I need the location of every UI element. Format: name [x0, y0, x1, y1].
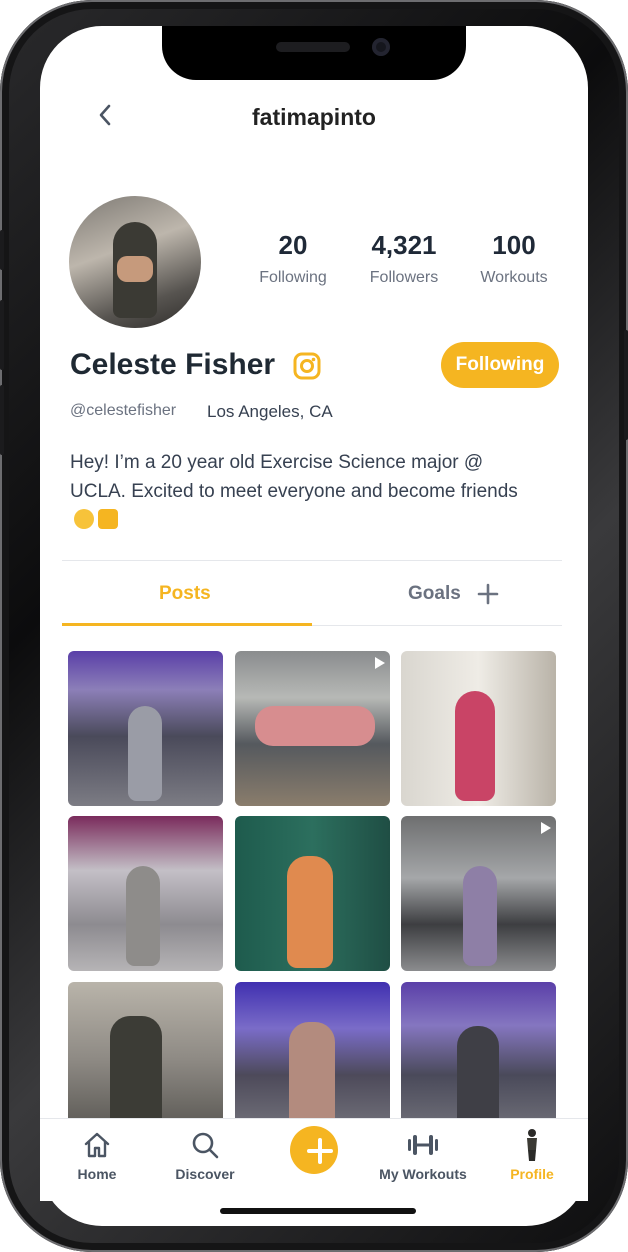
nav-label: My Workouts	[379, 1166, 467, 1182]
nav-label: Discover	[175, 1166, 235, 1182]
post-thumbnail[interactable]	[68, 982, 223, 1137]
mute-switch	[0, 230, 4, 270]
post-thumbnail[interactable]	[235, 651, 390, 806]
post-thumbnail[interactable]	[68, 651, 223, 806]
nav-label: Profile	[510, 1166, 554, 1182]
post-thumbnail[interactable]	[235, 816, 390, 971]
stat-followers[interactable]: 4,321 Followers	[349, 230, 459, 287]
search-icon	[160, 1128, 250, 1162]
stat-following[interactable]: 20 Following	[238, 230, 348, 287]
following-button[interactable]: Following	[441, 342, 559, 388]
stat-workouts[interactable]: 100 Workouts	[459, 230, 569, 287]
post-thumbnail[interactable]	[401, 651, 556, 806]
page-title: fatimapinto	[252, 104, 376, 130]
volume-up-button	[0, 300, 4, 370]
volume-down-button	[0, 385, 4, 455]
stat-value: 20	[278, 230, 308, 260]
plus-icon	[307, 1138, 333, 1164]
active-tab-indicator	[62, 623, 312, 626]
video-play-icon	[541, 822, 551, 834]
power-button	[624, 330, 628, 440]
flexed-biceps-emoji-icon	[98, 509, 118, 529]
profile-location: Los Angeles, CA	[207, 402, 333, 421]
divider	[62, 560, 562, 561]
speaker-grille	[276, 42, 350, 52]
bio-text: Hey! I’m a 20 year old Exercise Science …	[70, 452, 518, 502]
post-thumbnail[interactable]	[235, 982, 390, 1137]
post-thumbnail[interactable]	[68, 816, 223, 971]
stat-label: Following	[259, 269, 327, 286]
add-goal-plus-icon[interactable]	[477, 583, 499, 605]
home-icon	[52, 1128, 142, 1162]
avatar[interactable]	[69, 196, 201, 328]
profile-avatar-icon	[487, 1128, 577, 1162]
post-thumbnail[interactable]	[401, 982, 556, 1137]
home-indicator[interactable]	[220, 1208, 416, 1214]
nav-discover[interactable]: Discover	[160, 1128, 250, 1182]
add-post-button[interactable]	[290, 1126, 338, 1174]
notch	[162, 26, 466, 80]
dumbbell-icon	[378, 1128, 468, 1162]
stat-label: Followers	[369, 269, 439, 286]
stat-label: Workouts	[480, 269, 548, 286]
tab-goals[interactable]: Goals	[408, 583, 461, 605]
nav-my-workouts[interactable]: My Workouts	[378, 1128, 468, 1182]
nav-home[interactable]: Home	[52, 1128, 142, 1182]
tab-posts[interactable]: Posts	[159, 583, 211, 605]
profile-bio: Hey! I’m a 20 year old Exercise Science …	[70, 448, 540, 535]
profile-name: Celeste Fisher	[70, 348, 276, 381]
video-play-icon	[375, 657, 385, 669]
front-camera	[372, 38, 390, 56]
stat-value: 4,321	[371, 230, 437, 260]
stat-value: 100	[492, 230, 536, 260]
post-thumbnail[interactable]	[401, 816, 556, 971]
hug-emoji-icon	[74, 509, 94, 529]
nav-label: Home	[77, 1166, 117, 1182]
profile-handle: @celestefisher	[70, 402, 177, 419]
instagram-icon[interactable]	[292, 351, 322, 381]
nav-profile[interactable]: Profile	[487, 1128, 577, 1182]
